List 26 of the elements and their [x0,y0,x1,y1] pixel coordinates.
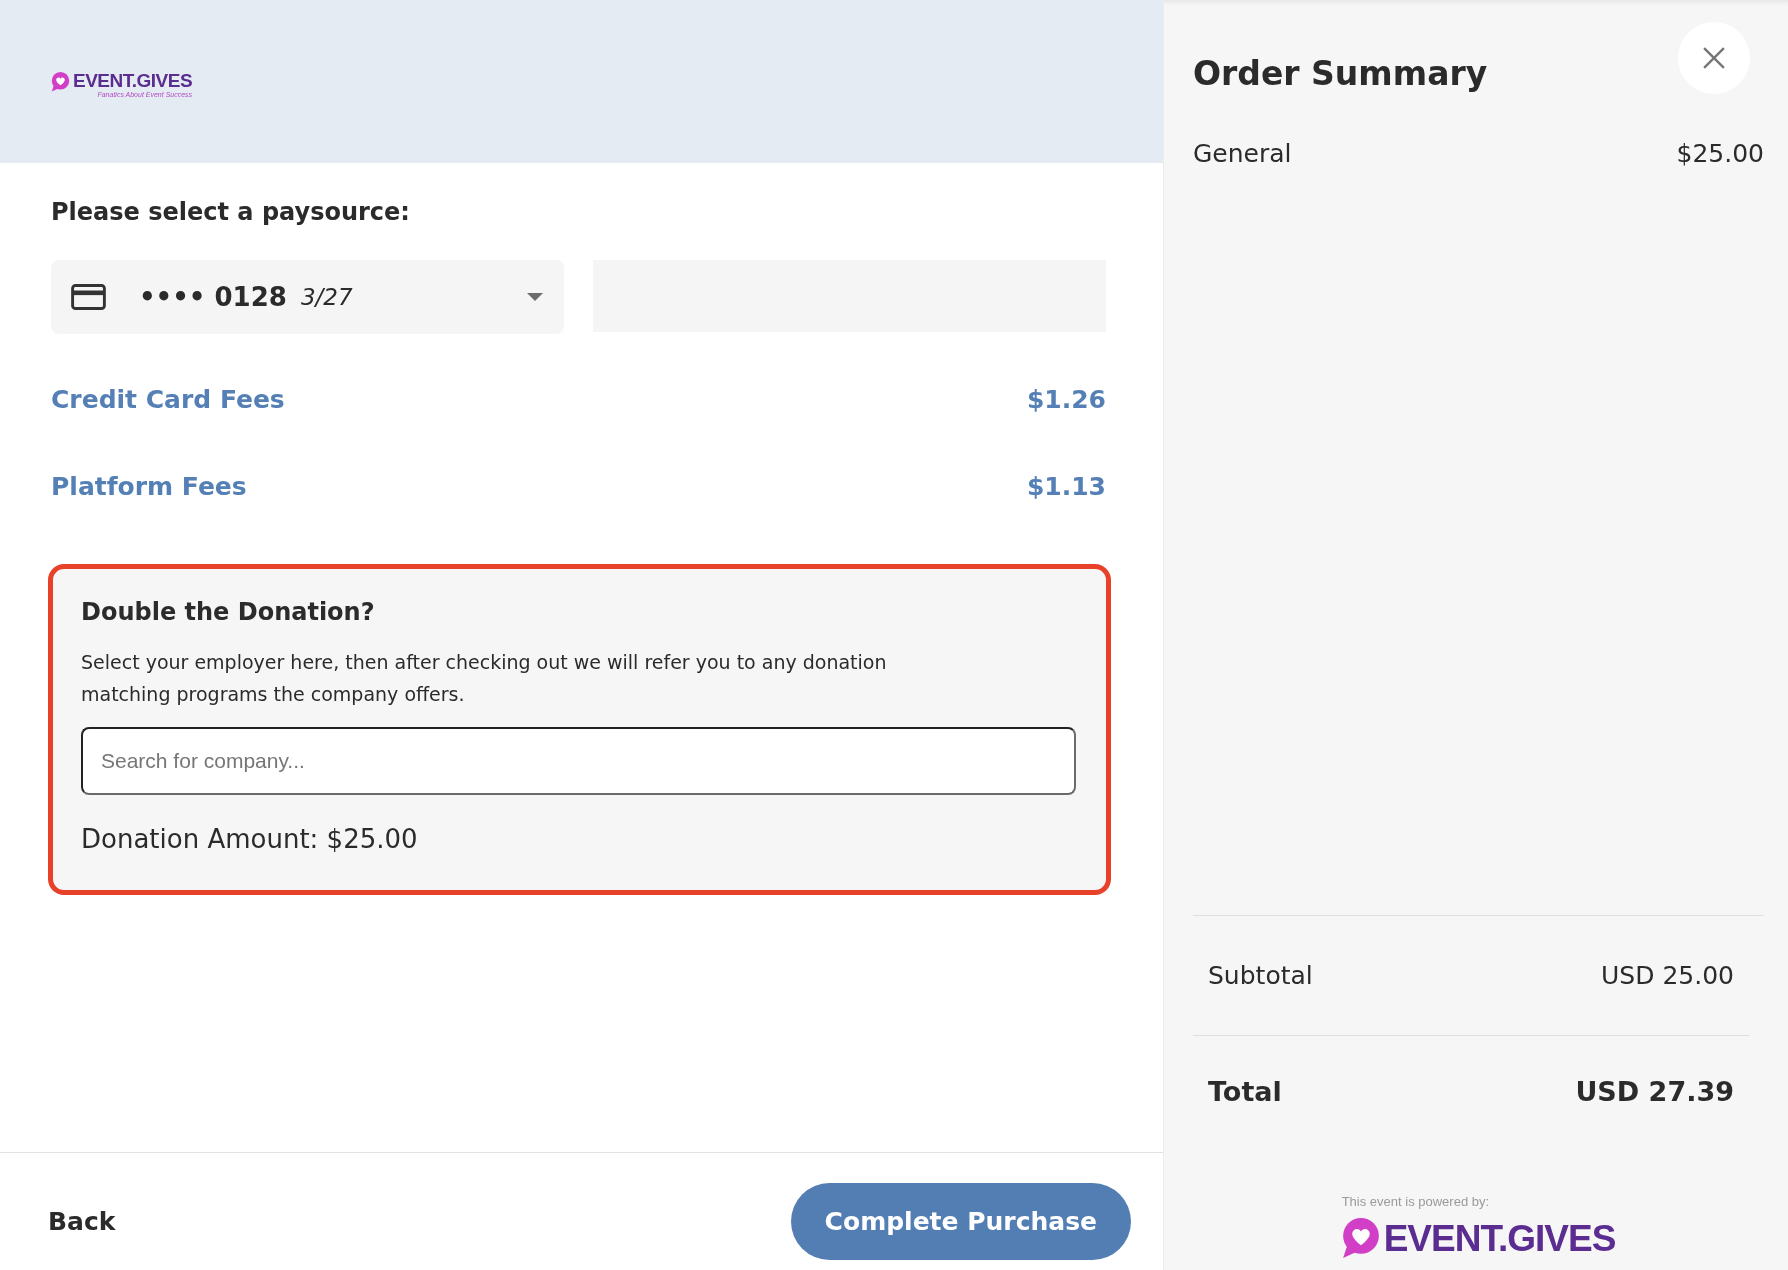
powered-by-text: This event is powered by: [1341,1194,1490,1210]
close-icon [1703,47,1725,69]
complete-purchase-button[interactable]: Complete Purchase [790,1183,1131,1260]
logo-wordmark: EVENT.GIVES [73,70,193,91]
subtotal-value: USD 25.00 [1601,961,1734,990]
company-search-field[interactable]: Search for company... [81,727,1076,795]
fee-label: Platform Fees [51,471,247,501]
fee-label: Credit Card Fees [51,384,285,414]
description-text: Select your employer here, then after checking out we will refer you to any donation matching programs the company offers. [81,650,888,707]
total-label: Total [1208,1075,1282,1107]
section-label: Please select a paysource: [51,197,411,228]
total-value: USD 27.39 [1575,1075,1734,1107]
back-button[interactable]: Back [48,1207,116,1236]
panel-title: Order Summary [1193,53,1488,95]
credit-card-icon [71,284,106,310]
subtotal-label: Subtotal [1208,961,1313,990]
fee-amount: $1.26 [1026,384,1106,414]
fee-amount: $1.13 [1026,471,1106,501]
paysource-dropdown[interactable]: •••• 0128 3/27 [51,260,564,334]
caret-icon [527,293,543,301]
donation-amount-text: Donation Amount: $25.00 [81,823,419,856]
line-item-price: $25.00 [1676,138,1764,170]
logo-wordmark: EVENT.GIVES [1383,1218,1616,1259]
panel-title: Double the Donation? [81,597,376,628]
line-item-name: General [1193,138,1292,170]
chat-heart-icon [1341,1218,1380,1259]
